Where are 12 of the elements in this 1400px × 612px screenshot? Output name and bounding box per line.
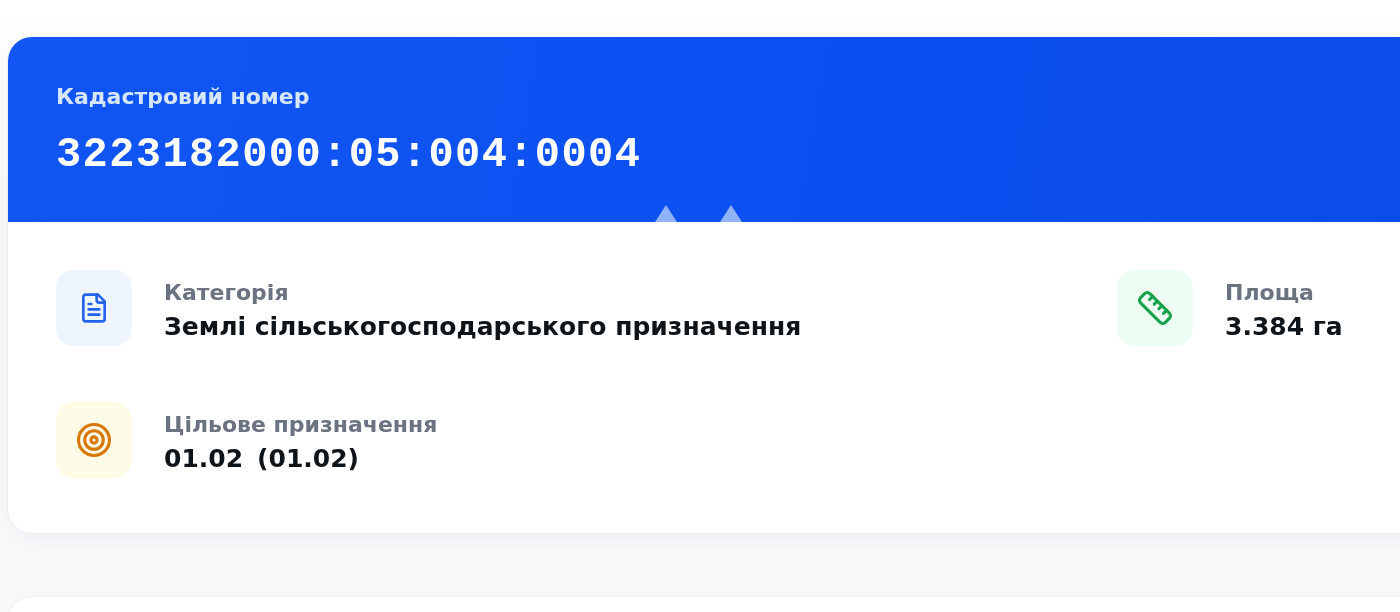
field-label: Категорія xyxy=(164,280,290,306)
field-value: Землі сільськогосподарського призначення xyxy=(164,312,802,342)
field-note: (01.02) xyxy=(257,444,359,474)
field-label: Цільове призначення xyxy=(164,412,438,438)
field-value: 01.02 xyxy=(164,444,244,474)
field-label: Площа xyxy=(1225,280,1315,306)
target-icon xyxy=(56,402,132,478)
ruler-icon xyxy=(1117,270,1193,346)
document-icon xyxy=(56,270,132,346)
cadastral-number: 3223182000:05:004:0004 xyxy=(56,132,643,178)
header-label: Кадастровий номер xyxy=(56,84,311,110)
field-value: 3.384 га xyxy=(1225,312,1343,342)
